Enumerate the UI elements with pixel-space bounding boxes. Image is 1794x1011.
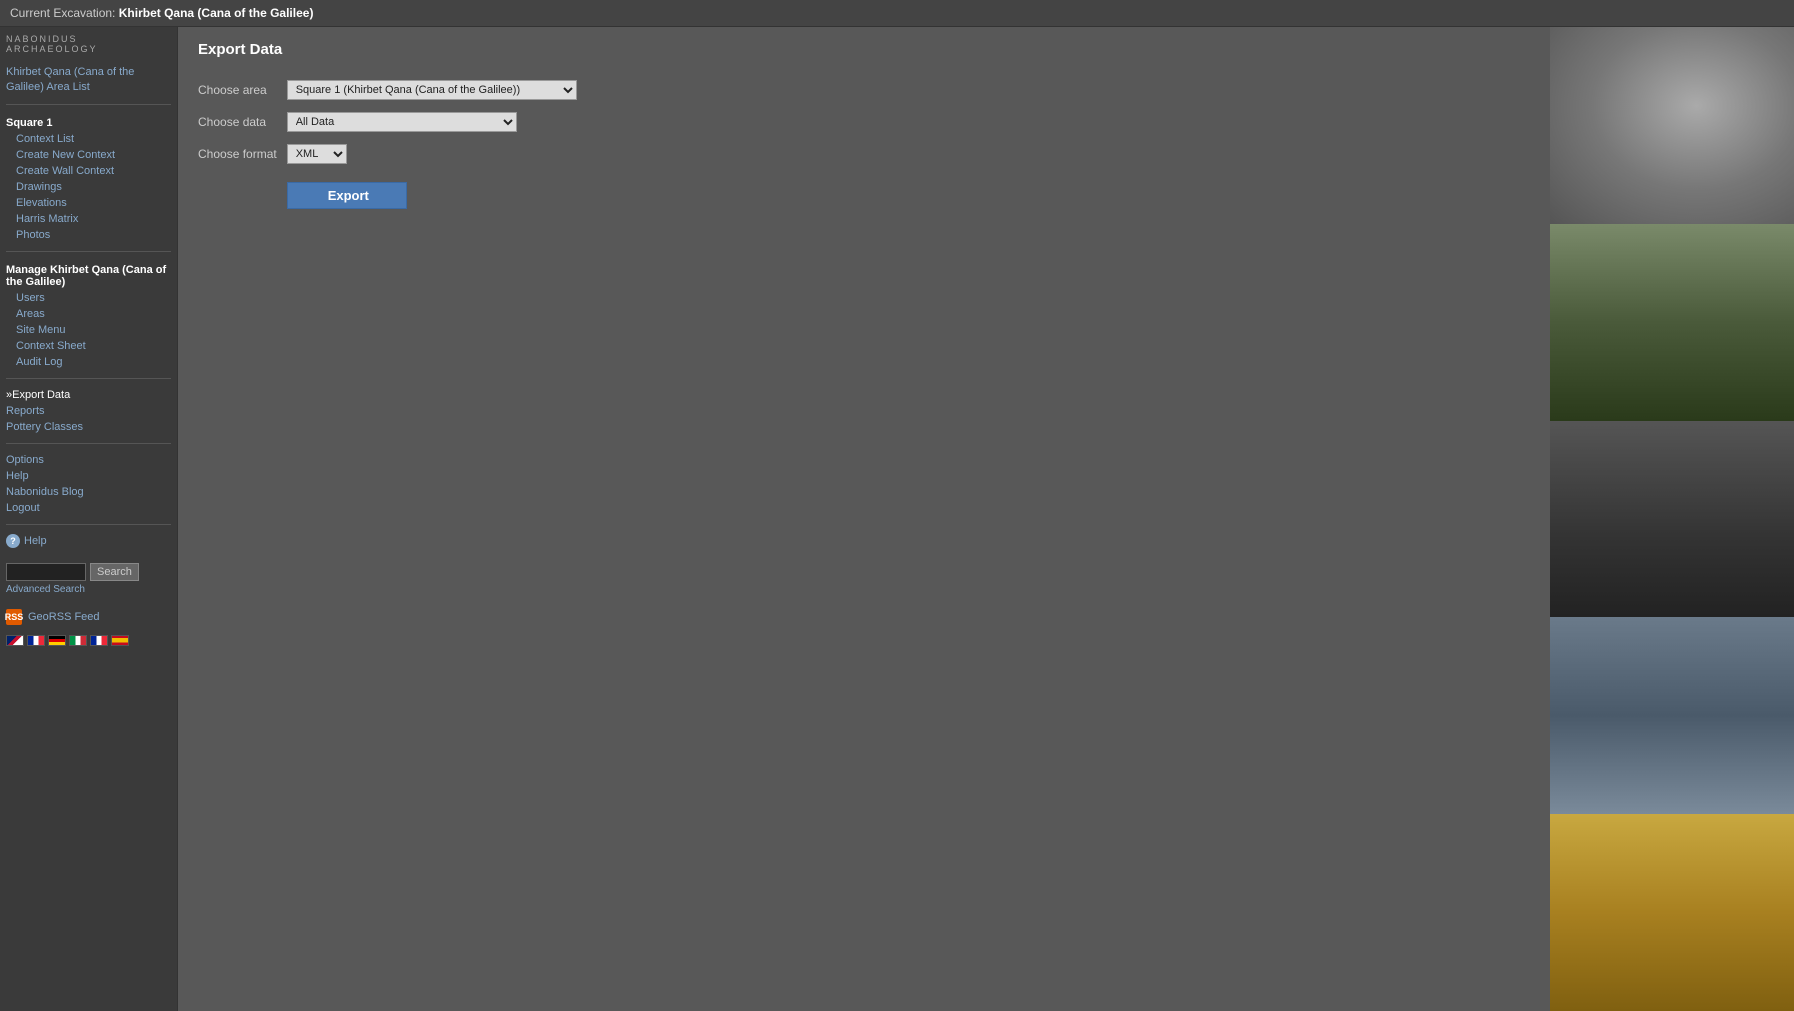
flag-es[interactable] [111,635,129,646]
flag-uk[interactable] [6,635,24,646]
sidebar-item-nabonidus-blog[interactable]: Nabonidus Blog [6,484,171,500]
export-form: Choose area Square 1 (Khirbet Qana (Cana… [198,74,587,215]
choose-data-row: Choose data All Data [198,106,587,138]
sidebar-item-help[interactable]: Help [6,468,171,484]
sidebar-item-context-list[interactable]: Context List [6,131,171,147]
sidebar-item-create-wall-context[interactable]: Create Wall Context [6,163,171,179]
export-button-label-cell [198,170,287,215]
choose-area-select[interactable]: Square 1 (Khirbet Qana (Cana of the Gali… [287,80,577,100]
choose-format-row: Choose format XML [198,138,587,170]
export-button-row: Export [198,170,587,215]
choose-area-cell: Square 1 (Khirbet Qana (Cana of the Gali… [287,74,587,106]
choose-format-label: Choose format [198,138,287,170]
choose-format-select[interactable]: XML [287,144,347,164]
choose-data-label: Choose data [198,106,287,138]
top-bar: Current Excavation: Khirbet Qana (Cana o… [0,0,1794,27]
photo-2 [1550,224,1794,421]
square-section-title: Square 1 [6,117,171,129]
right-panel [1550,27,1794,1011]
flags-area [6,635,171,646]
choose-data-cell: All Data [287,106,587,138]
photo-3 [1550,421,1794,618]
rss-icon: RSS [6,609,22,625]
sidebar-item-context-sheet[interactable]: Context Sheet [6,338,171,354]
sidebar-item-harris-matrix[interactable]: Harris Matrix [6,211,171,227]
divider-1 [6,104,171,105]
sidebar-item-pottery-classes[interactable]: Pottery Classes [6,419,171,435]
sidebar-item-drawings[interactable]: Drawings [6,179,171,195]
site-name: Khirbet Qana (Cana of the Galilee) [119,6,314,20]
sidebar-item-areas[interactable]: Areas [6,306,171,322]
choose-format-cell: XML [287,138,587,170]
help-row: ? Help [6,533,171,549]
flag-fr[interactable] [27,635,45,646]
flag-it[interactable] [69,635,87,646]
sidebar-item-reports[interactable]: Reports [6,403,171,419]
export-button-cell: Export [287,170,587,215]
photo-4 [1550,617,1794,814]
sidebar-item-site-menu[interactable]: Site Menu [6,322,171,338]
divider-2 [6,251,171,252]
choose-area-label: Choose area [198,74,287,106]
search-area: Search Advanced Search [6,563,171,595]
advanced-search-link[interactable]: Advanced Search [6,584,171,595]
logo-sub: ARCHAEOLOGY [6,45,171,55]
manage-section-title: Manage Khirbet Qana (Cana of the Galilee… [6,264,171,288]
site-link[interactable]: Khirbet Qana (Cana of the Galilee) Area … [6,65,171,96]
logo: NABONIDUS ARCHAEOLOGY [6,35,171,55]
sidebar-item-logout[interactable]: Logout [6,500,171,516]
sidebar-item-export-data[interactable]: »Export Data [6,387,171,403]
main-content: Export Data Choose area Square 1 (Khirbe… [178,27,1550,1011]
export-data-title: Export Data [198,41,1530,58]
sidebar-item-elevations[interactable]: Elevations [6,195,171,211]
photo-5 [1550,814,1794,1011]
search-row: Search [6,563,171,581]
divider-5 [6,524,171,525]
export-button[interactable]: Export [287,182,407,209]
divider-4 [6,443,171,444]
sidebar-item-create-new-context[interactable]: Create New Context [6,147,171,163]
choose-data-select[interactable]: All Data [287,112,517,132]
sidebar: NABONIDUS ARCHAEOLOGY Khirbet Qana (Cana… [0,27,178,1011]
search-button[interactable]: Search [90,563,139,581]
sidebar-item-users[interactable]: Users [6,290,171,306]
search-input[interactable] [6,563,86,581]
flag-fr2[interactable] [90,635,108,646]
georss-link[interactable]: GeoRSS Feed [28,611,100,623]
sidebar-item-options[interactable]: Options [6,452,171,468]
sidebar-item-photos[interactable]: Photos [6,227,171,243]
choose-area-row: Choose area Square 1 (Khirbet Qana (Cana… [198,74,587,106]
help-icon: ? [6,534,20,548]
divider-3 [6,378,171,379]
flag-de[interactable] [48,635,66,646]
georss-area: RSS GeoRSS Feed [6,609,171,625]
photo-1 [1550,27,1794,224]
sidebar-item-audit-log[interactable]: Audit Log [6,354,171,370]
help-link[interactable]: Help [24,533,47,549]
current-excavation-label: Current Excavation: [10,6,115,20]
